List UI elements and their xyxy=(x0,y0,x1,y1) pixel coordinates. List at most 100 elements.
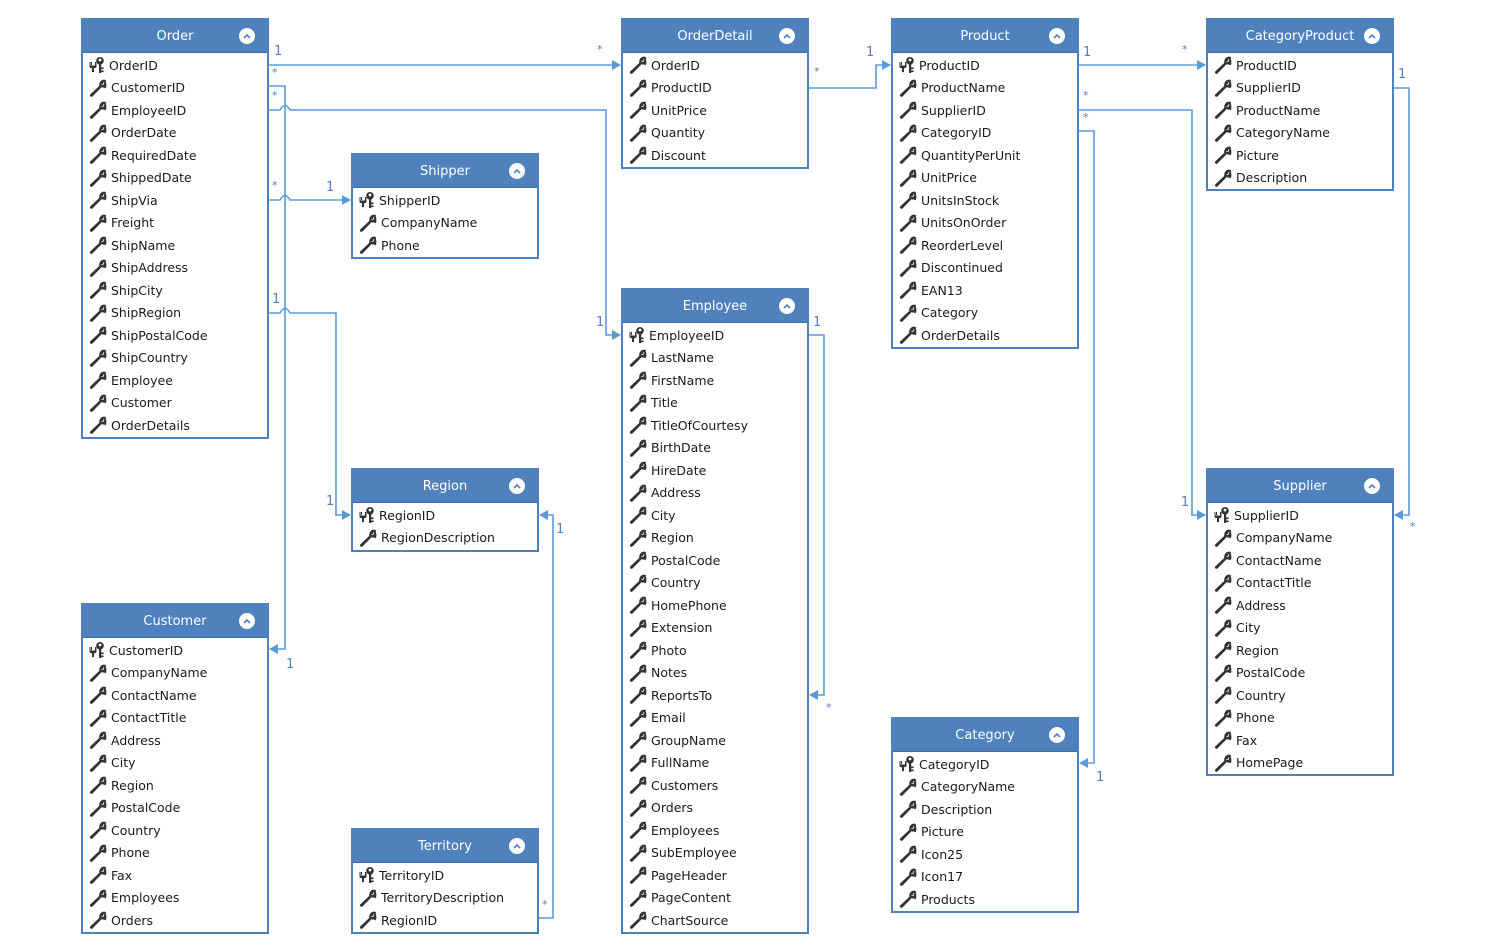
field-row[interactable]: OrderDetails xyxy=(893,324,1077,347)
field-row[interactable]: ShipperID xyxy=(353,189,537,212)
field-row[interactable]: Orders xyxy=(83,909,267,932)
entity-product[interactable]: Product ProductID ProductName SupplierID Cat… xyxy=(891,18,1079,349)
field-row[interactable]: Freight xyxy=(83,212,267,235)
field-row[interactable]: Description xyxy=(1208,167,1392,190)
field-row[interactable]: ContactTitle xyxy=(83,707,267,730)
field-row[interactable]: TerritoryID xyxy=(353,864,537,887)
field-row[interactable]: Quantity xyxy=(623,122,807,145)
entity-employee[interactable]: Employee EmployeeID LastName FirstName Title… xyxy=(621,288,809,934)
field-row[interactable]: OrderID xyxy=(83,54,267,77)
field-row[interactable]: ShipVia xyxy=(83,189,267,212)
entity-supplier[interactable]: Supplier SupplierID CompanyName ContactName… xyxy=(1206,468,1394,776)
entity-header[interactable]: Order xyxy=(83,20,267,53)
field-row[interactable]: Notes xyxy=(623,662,807,685)
field-row[interactable]: RegionID xyxy=(353,909,537,932)
field-row[interactable]: Region xyxy=(1208,639,1392,662)
field-row[interactable]: CategoryID xyxy=(893,122,1077,145)
collapse-button[interactable] xyxy=(1049,28,1065,44)
entity-shipper[interactable]: Shipper ShipperID CompanyName Phone xyxy=(351,153,539,259)
entity-header[interactable]: OrderDetail xyxy=(623,20,807,53)
entity-customer[interactable]: Customer CustomerID CompanyName ContactName… xyxy=(81,603,269,934)
field-row[interactable]: ProductID xyxy=(623,77,807,100)
field-row[interactable]: Icon25 xyxy=(893,843,1077,866)
entity-categoryproduct[interactable]: CategoryProduct ProductID SupplierID Produc… xyxy=(1206,18,1394,191)
collapse-button[interactable] xyxy=(1049,727,1065,743)
field-row[interactable]: OrderID xyxy=(623,54,807,77)
field-row[interactable]: Customers xyxy=(623,774,807,797)
field-row[interactable]: PostalCode xyxy=(623,549,807,572)
entity-header[interactable]: Category xyxy=(893,719,1077,752)
connector-product-supplier[interactable] xyxy=(1079,109,1205,516)
field-row[interactable]: ChartSource xyxy=(623,909,807,932)
field-row[interactable]: ProductID xyxy=(893,54,1077,77)
field-row[interactable]: ShipAddress xyxy=(83,257,267,280)
field-row[interactable]: Address xyxy=(623,482,807,505)
field-row[interactable]: CategoryName xyxy=(893,776,1077,799)
field-row[interactable]: UnitsInStock xyxy=(893,189,1077,212)
field-row[interactable]: CategoryName xyxy=(1208,122,1392,145)
field-row[interactable]: PageHeader xyxy=(623,864,807,887)
collapse-button[interactable] xyxy=(509,163,525,179)
field-row[interactable]: Country xyxy=(623,572,807,595)
field-row[interactable]: Extension xyxy=(623,617,807,640)
field-row[interactable]: ContactName xyxy=(1208,549,1392,572)
connector-order-customer[interactable] xyxy=(269,85,286,650)
field-row[interactable]: Category xyxy=(893,302,1077,325)
field-row[interactable]: PageContent xyxy=(623,887,807,910)
field-row[interactable]: ContactTitle xyxy=(1208,572,1392,595)
field-row[interactable]: GroupName xyxy=(623,729,807,752)
field-row[interactable]: Region xyxy=(623,527,807,550)
connector-product-category[interactable] xyxy=(1079,130,1095,764)
field-row[interactable]: Phone xyxy=(353,234,537,257)
field-row[interactable]: ProductName xyxy=(893,77,1077,100)
connector-orderdetail-product[interactable] xyxy=(809,64,890,89)
field-row[interactable]: Fax xyxy=(1208,729,1392,752)
field-row[interactable]: Region xyxy=(83,774,267,797)
field-row[interactable]: ShipCity xyxy=(83,279,267,302)
entity-orderdetail[interactable]: OrderDetail OrderID ProductID UnitPrice Quan… xyxy=(621,18,809,169)
connector-order-shipper[interactable] xyxy=(269,194,350,201)
field-row[interactable]: City xyxy=(623,504,807,527)
field-row[interactable]: Title xyxy=(623,392,807,415)
collapse-button[interactable] xyxy=(779,28,795,44)
field-row[interactable]: HomePage xyxy=(1208,752,1392,775)
field-row[interactable]: RegionID xyxy=(353,504,537,527)
collapse-button[interactable] xyxy=(509,838,525,854)
connector-employee-reportsto[interactable] xyxy=(809,334,825,696)
field-row[interactable]: QuantityPerUnit xyxy=(893,144,1077,167)
field-row[interactable]: Email xyxy=(623,707,807,730)
entity-category[interactable]: Category CategoryID CategoryName Descriptio… xyxy=(891,717,1079,913)
connector-categoryproduct-supplier[interactable] xyxy=(1394,87,1410,516)
field-row[interactable]: Picture xyxy=(1208,144,1392,167)
field-row[interactable]: Address xyxy=(1208,594,1392,617)
field-row[interactable]: SupplierID xyxy=(1208,77,1392,100)
field-row[interactable]: UnitsOnOrder xyxy=(893,212,1077,235)
field-row[interactable]: EmployeeID xyxy=(83,99,267,122)
field-row[interactable]: Country xyxy=(1208,684,1392,707)
field-row[interactable]: RegionDescription xyxy=(353,527,537,550)
field-row[interactable]: SupplierID xyxy=(1208,504,1392,527)
field-row[interactable]: BirthDate xyxy=(623,437,807,460)
field-row[interactable]: CompanyName xyxy=(353,212,537,235)
field-row[interactable]: Customer xyxy=(83,392,267,415)
field-row[interactable]: ShipCountry xyxy=(83,347,267,370)
field-row[interactable]: OrderDetails xyxy=(83,414,267,437)
field-row[interactable]: Discount xyxy=(623,144,807,167)
field-row[interactable]: ReorderLevel xyxy=(893,234,1077,257)
field-row[interactable]: Fax xyxy=(83,864,267,887)
field-row[interactable]: PostalCode xyxy=(83,797,267,820)
field-row[interactable]: EmployeeID xyxy=(623,324,807,347)
collapse-button[interactable] xyxy=(239,28,255,44)
field-row[interactable]: HomePhone xyxy=(623,594,807,617)
connector-territory-region[interactable] xyxy=(539,514,554,919)
collapse-button[interactable] xyxy=(1364,478,1380,494)
entity-header[interactable]: Customer xyxy=(83,605,267,638)
field-row[interactable]: City xyxy=(1208,617,1392,640)
field-row[interactable]: TitleOfCourtesy xyxy=(623,414,807,437)
field-row[interactable]: City xyxy=(83,752,267,775)
field-row[interactable]: ProductName xyxy=(1208,99,1392,122)
field-row[interactable]: ShipName xyxy=(83,234,267,257)
field-row[interactable]: UnitPrice xyxy=(893,167,1077,190)
field-row[interactable]: HireDate xyxy=(623,459,807,482)
field-row[interactable]: Phone xyxy=(83,842,267,865)
